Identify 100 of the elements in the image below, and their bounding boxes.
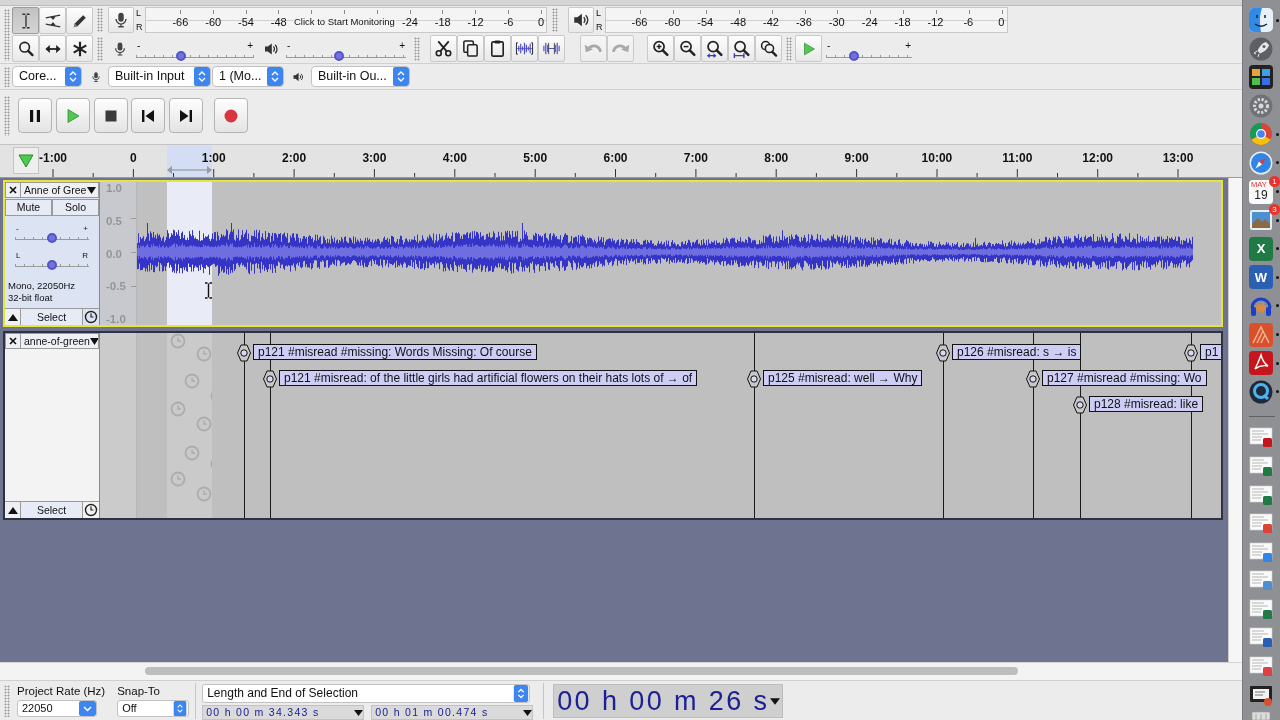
stop-button[interactable] [94, 98, 128, 133]
slider-thumb[interactable] [849, 50, 860, 61]
compass-icon[interactable] [1249, 150, 1273, 175]
label-handle-icon[interactable] [747, 370, 761, 388]
audio-host-select[interactable]: Core... [12, 66, 82, 87]
monitoring-hint[interactable]: Click to Start Monitoring [292, 16, 396, 28]
track-label[interactable]: p126 #misread: s → is [952, 344, 1082, 360]
label-handle-icon[interactable] [1073, 396, 1087, 414]
solo-button[interactable]: Solo [52, 199, 99, 216]
track-label[interactable]: p121 #misread: of the little girls had artificial flowers on their hats lots of → of [279, 370, 698, 386]
grip-icon[interactable] [786, 36, 792, 61]
fit-selection-button[interactable] [701, 35, 728, 62]
grip-icon[interactable] [97, 8, 103, 32]
collapse-button[interactable] [5, 502, 21, 518]
slider-thumb[interactable] [47, 233, 57, 243]
document-thumbnail-icon[interactable] [1249, 511, 1273, 536]
track-control-panel[interactable]: Anne of Gree Mute Solo - + L R Mono, 22050Hz 32-bit float Select [5, 182, 100, 325]
photo-icon[interactable] [1249, 208, 1273, 233]
cut-button[interactable] [430, 35, 457, 62]
rocket-icon[interactable] [1249, 36, 1273, 61]
selection-format-select[interactable]: Length and End of Selection [202, 684, 531, 703]
grip-icon[interactable] [97, 36, 103, 61]
horizontal-scrollbar[interactable] [0, 662, 1242, 680]
record-meter-button[interactable] [108, 7, 134, 33]
snap-to-select[interactable]: Off [117, 700, 190, 717]
pause-button[interactable] [18, 98, 52, 133]
slider-thumb[interactable] [175, 50, 186, 61]
time-field[interactable]: 00 h 01 m 00.474 s [371, 705, 534, 720]
time-shift-tool-button[interactable] [39, 35, 66, 62]
ring-icon[interactable] [1249, 379, 1273, 404]
track-name-dropdown[interactable]: Anne of Gree [21, 182, 99, 198]
document-thumbnail-icon[interactable] [1249, 539, 1273, 564]
track-label[interactable]: p1 [1200, 344, 1221, 360]
slider-thumb[interactable] [333, 50, 344, 61]
grip-icon[interactable] [552, 8, 558, 32]
time-field[interactable]: 00 h 00 m 34.343 s [202, 705, 365, 720]
label-handle-icon[interactable] [936, 344, 950, 362]
mute-button[interactable]: Mute [5, 199, 52, 216]
paste-button[interactable] [484, 35, 511, 62]
draw-tool-button[interactable] [66, 7, 93, 34]
level-meter[interactable]: -66 -60 -54 -48 Click to Start Monitoring -24 -18 -12 -6 0 [145, 7, 547, 33]
fit-project-button[interactable] [728, 35, 755, 62]
swirl-icon[interactable] [1249, 351, 1273, 376]
slider-thumb[interactable] [47, 260, 57, 270]
input-device-select[interactable]: Built-in Input [108, 66, 211, 87]
project-rate-combo[interactable]: 22050 [17, 700, 97, 717]
track-label[interactable]: p128 #misread: like [1089, 396, 1204, 412]
panels-icon[interactable] [1249, 65, 1273, 90]
document-thumbnail-icon[interactable] [1249, 625, 1273, 650]
select-button[interactable]: Select [21, 502, 83, 518]
letter-tile-icon[interactable]: X [1249, 236, 1273, 261]
letter-tile-icon[interactable]: W [1249, 265, 1273, 290]
play-head-button[interactable] [13, 147, 39, 174]
label-handle-icon[interactable] [237, 344, 251, 362]
multi-tool-button[interactable] [66, 35, 93, 62]
label-handle-icon[interactable] [1184, 344, 1198, 362]
document-thumbnail-icon[interactable] [1249, 482, 1273, 507]
grip-icon[interactable] [4, 66, 10, 87]
scrollbar-thumb[interactable] [145, 667, 1018, 675]
zoom-tool-button[interactable] [12, 35, 39, 62]
document-thumbnail-icon[interactable] [1249, 453, 1273, 478]
grip-icon[interactable] [414, 36, 420, 61]
track-name-dropdown[interactable]: anne-of-green [21, 333, 99, 349]
zoom-out-button[interactable] [674, 35, 701, 62]
playback-meter-button[interactable] [568, 7, 594, 33]
play-at-speed-button[interactable] [795, 35, 822, 62]
record-button[interactable] [214, 98, 248, 133]
document-thumbnail-icon[interactable] [1249, 654, 1273, 679]
audio-position-display[interactable]: 00 h 00 m 26 s [553, 684, 784, 718]
track-label[interactable]: p125 #misread: well → Why [763, 370, 923, 386]
silence-audio-button[interactable] [538, 35, 565, 62]
collapse-button[interactable] [5, 309, 21, 325]
grip-icon[interactable] [4, 685, 10, 717]
skip-to-end-button[interactable] [169, 98, 203, 133]
skip-to-start-button[interactable] [131, 98, 165, 133]
label-handle-icon[interactable] [1026, 370, 1040, 388]
document-thumbnail-icon[interactable] [1249, 425, 1273, 450]
envelope-tool-button[interactable] [39, 7, 66, 34]
track-control-panel[interactable]: anne-of-green Select [5, 333, 100, 518]
select-button[interactable]: Select [21, 309, 83, 325]
channels-select[interactable]: 1 (Mo... [212, 66, 284, 87]
track-label[interactable]: p121 #misread #missing: Words Missing: Of course [253, 344, 537, 360]
zoom-in-button[interactable] [647, 35, 674, 62]
settings-icon[interactable] [1249, 93, 1273, 118]
timeline-ruler[interactable]: -1:00 0 1:00 2:00 3:00 4:00 5:00 6:00 7:00 8:00 9:00 10:00 11:00 12:00 13:00 [0, 144, 1242, 178]
selection-tool-button[interactable] [12, 7, 39, 34]
label-handle-icon[interactable] [263, 370, 277, 388]
color-wheel-icon[interactable] [1249, 122, 1273, 147]
document-thumbnail-icon[interactable] [1249, 596, 1273, 621]
output-device-select[interactable]: Built-in Ou... [311, 66, 410, 87]
grip-icon[interactable] [4, 95, 10, 136]
document-thumbnail-icon[interactable] [1249, 568, 1273, 593]
level-meter[interactable]: -66 -60 -54 -48 -42 -36 -30 -24 -18 -12 -6 0 [605, 7, 1008, 33]
vertical-scrollbar[interactable] [1228, 178, 1242, 662]
track-label[interactable]: p127 #misread #missing: Wo [1042, 370, 1207, 386]
zoom-toggle-button[interactable] [755, 35, 782, 62]
smiling-face-icon[interactable] [1249, 8, 1273, 32]
trim-audio-button[interactable] [511, 35, 538, 62]
grip-icon[interactable] [4, 8, 10, 61]
copy-button[interactable] [457, 35, 484, 62]
